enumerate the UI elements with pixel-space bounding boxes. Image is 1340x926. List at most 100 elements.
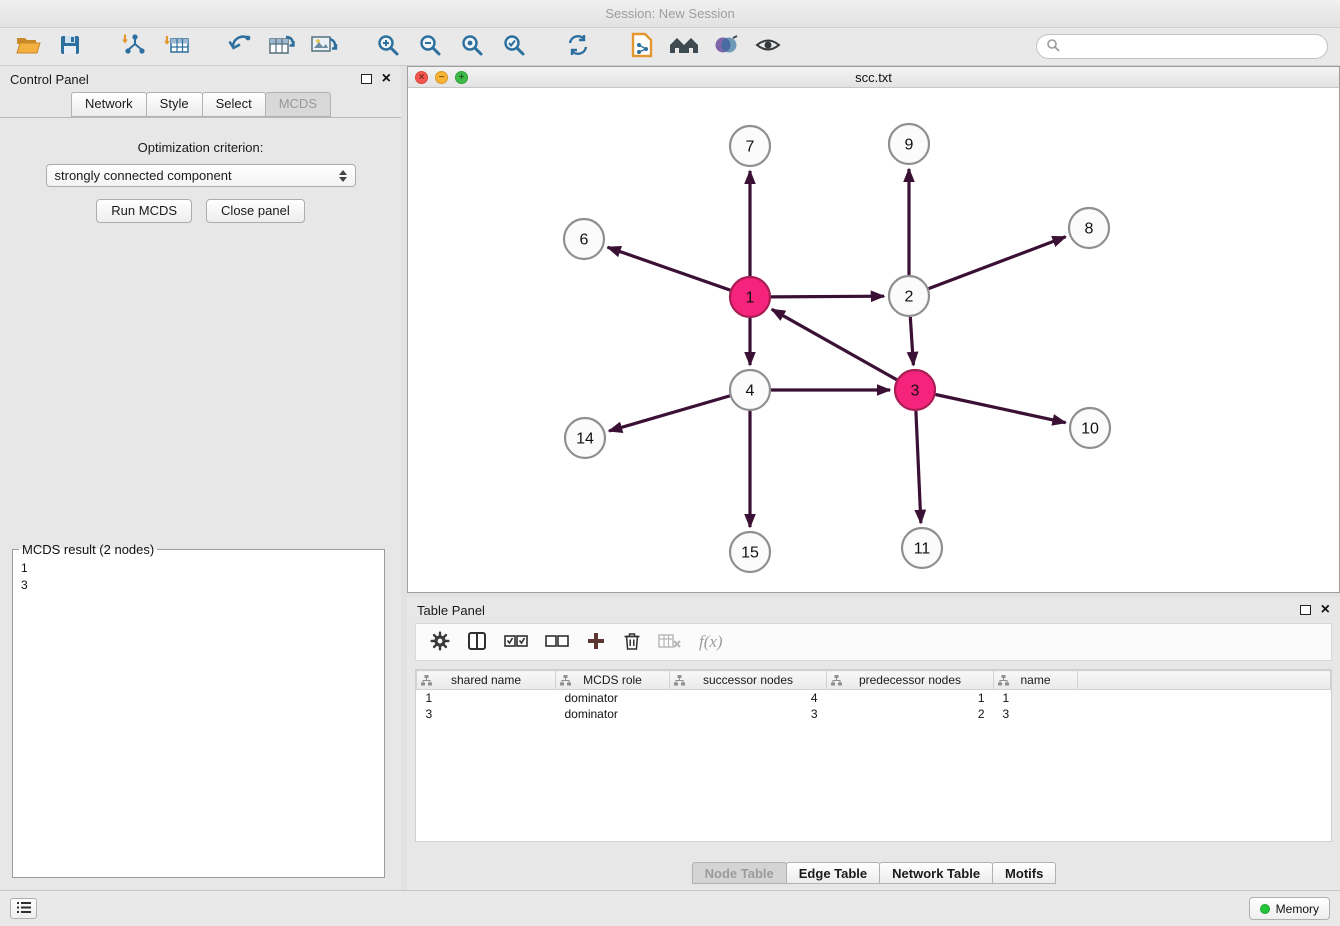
- close-panel-button[interactable]: Close panel: [206, 199, 305, 223]
- column-type-icon: [674, 675, 685, 689]
- mcds-result-list[interactable]: 1 3: [13, 557, 384, 597]
- column-header-predecessor-nodes[interactable]: predecessor nodes: [827, 671, 994, 690]
- network-document-button[interactable]: [626, 31, 658, 63]
- network-from-selection-button[interactable]: [224, 31, 256, 63]
- tab-network-table[interactable]: Network Table: [879, 862, 993, 884]
- graph-edge-3-11[interactable]: [916, 411, 921, 523]
- graph-node-7[interactable]: 7: [730, 126, 770, 166]
- graph-node-11[interactable]: 11: [902, 528, 942, 568]
- table-cell[interactable]: dominator: [556, 690, 670, 706]
- column-header-MCDS-role[interactable]: MCDS role: [556, 671, 670, 690]
- search-input[interactable]: [1066, 39, 1318, 54]
- optimization-criterion-select[interactable]: strongly connected component: [46, 164, 356, 187]
- task-history-button[interactable]: [10, 898, 37, 919]
- mcds-result-title: MCDS result (2 nodes): [19, 542, 157, 557]
- zoom-out-button[interactable]: [414, 31, 446, 63]
- minimize-window-icon[interactable]: [435, 71, 448, 84]
- table-cell[interactable]: 1: [827, 690, 994, 706]
- graph-node-2[interactable]: 2: [889, 276, 929, 316]
- optimization-selected-value: strongly connected component: [55, 168, 232, 183]
- tab-motifs[interactable]: Motifs: [992, 862, 1056, 884]
- open-folder-icon: [15, 34, 41, 59]
- main-toolbar: [0, 28, 1340, 66]
- graph-node-9[interactable]: 9: [889, 124, 929, 164]
- zoom-selected-button[interactable]: [498, 31, 530, 63]
- tab-style[interactable]: Style: [146, 92, 203, 117]
- network-window-titlebar[interactable]: scc.txt: [408, 67, 1339, 88]
- column-header-successor-nodes[interactable]: successor nodes: [670, 671, 827, 690]
- close-table-panel-icon[interactable]: ×: [1321, 603, 1330, 617]
- graph-node-10[interactable]: 10: [1070, 408, 1110, 448]
- table-cell[interactable]: 1: [417, 690, 556, 706]
- control-panel-tabs: Network Style Select MCDS: [0, 92, 401, 117]
- zoom-in-button[interactable]: [372, 31, 404, 63]
- tab-node-table[interactable]: Node Table: [692, 862, 787, 884]
- column-header-name[interactable]: name: [994, 671, 1078, 690]
- search-field[interactable]: [1036, 34, 1328, 59]
- tab-select[interactable]: Select: [202, 92, 266, 117]
- window-titlebar[interactable]: Session: New Session: [0, 0, 1340, 28]
- graph-edge-3-1[interactable]: [772, 309, 897, 379]
- svg-text:10: 10: [1081, 421, 1099, 438]
- float-panel-icon[interactable]: [361, 74, 372, 84]
- table-cell[interactable]: 1: [994, 690, 1078, 706]
- float-table-panel-icon[interactable]: [1300, 605, 1311, 615]
- graph-node-14[interactable]: 14: [565, 418, 605, 458]
- export-image-button[interactable]: [308, 31, 340, 63]
- graph-node-8[interactable]: 8: [1069, 208, 1109, 248]
- graph-edge-1-6[interactable]: [608, 247, 731, 290]
- refresh-layout-button[interactable]: [562, 31, 594, 63]
- add-column-icon[interactable]: [586, 631, 606, 654]
- select-all-icon[interactable]: [504, 634, 528, 651]
- graph-node-15[interactable]: 15: [730, 532, 770, 572]
- settings-gear-icon[interactable]: [430, 631, 450, 654]
- deselect-all-icon[interactable]: [545, 634, 569, 651]
- delete-column-icon[interactable]: [623, 631, 641, 654]
- table-cell[interactable]: 3: [417, 706, 556, 722]
- style-venn-button[interactable]: [710, 31, 742, 63]
- import-network-button[interactable]: [118, 31, 150, 63]
- table-cell[interactable]: 2: [827, 706, 994, 722]
- close-panel-icon[interactable]: ×: [382, 72, 391, 86]
- memory-button[interactable]: Memory: [1249, 897, 1330, 920]
- home-icon: [669, 34, 699, 59]
- graph-node-1[interactable]: 1: [730, 277, 770, 317]
- status-bar: Memory: [0, 890, 1340, 926]
- graph-edge-4-14[interactable]: [609, 396, 730, 431]
- export-table-button[interactable]: [266, 31, 298, 63]
- table-cell[interactable]: dominator: [556, 706, 670, 722]
- save-session-button[interactable]: [54, 31, 86, 63]
- tab-edge-table[interactable]: Edge Table: [786, 862, 880, 884]
- graph-edge-1-2[interactable]: [771, 296, 884, 297]
- tab-network[interactable]: Network: [71, 92, 147, 117]
- table-cell[interactable]: 4: [670, 690, 827, 706]
- zoom-fit-button[interactable]: [456, 31, 488, 63]
- graph-edge-2-8[interactable]: [929, 237, 1066, 289]
- control-panel-header: Control Panel ×: [0, 66, 401, 92]
- zoom-selected-icon: [502, 33, 526, 60]
- table-cell[interactable]: 3: [670, 706, 827, 722]
- graph-edge-3-10[interactable]: [936, 395, 1066, 423]
- network-canvas[interactable]: 7 9 6 8 1 2 4 3 14 10 15 11: [408, 88, 1339, 592]
- zoom-window-icon[interactable]: [455, 71, 468, 84]
- table-cell[interactable]: 3: [994, 706, 1078, 722]
- graph-node-4[interactable]: 4: [730, 370, 770, 410]
- mcds-result-item: 3: [21, 577, 376, 594]
- svg-text:1: 1: [746, 290, 755, 307]
- graph-node-3[interactable]: 3: [895, 370, 935, 410]
- table-row[interactable]: 3dominator323: [417, 706, 1331, 722]
- open-session-button[interactable]: [12, 31, 44, 63]
- show-hide-button[interactable]: [752, 31, 784, 63]
- graph-node-6[interactable]: 6: [564, 219, 604, 259]
- graph-edge-2-3[interactable]: [910, 317, 913, 365]
- table-panel: Table Panel × f(x) shared nameMCDS roles…: [407, 597, 1340, 888]
- run-mcds-button[interactable]: Run MCDS: [96, 199, 192, 223]
- show-columns-icon[interactable]: [467, 631, 487, 654]
- network-view-window: scc.txt 7 9 6 8 1 2 4 3 14 10 15 11: [407, 66, 1340, 593]
- home-button[interactable]: [668, 31, 700, 63]
- column-header-shared-name[interactable]: shared name: [417, 671, 556, 690]
- tab-mcds[interactable]: MCDS: [265, 92, 331, 117]
- import-table-button[interactable]: [160, 31, 192, 63]
- table-row[interactable]: 1dominator411: [417, 690, 1331, 706]
- close-window-icon[interactable]: [415, 71, 428, 84]
